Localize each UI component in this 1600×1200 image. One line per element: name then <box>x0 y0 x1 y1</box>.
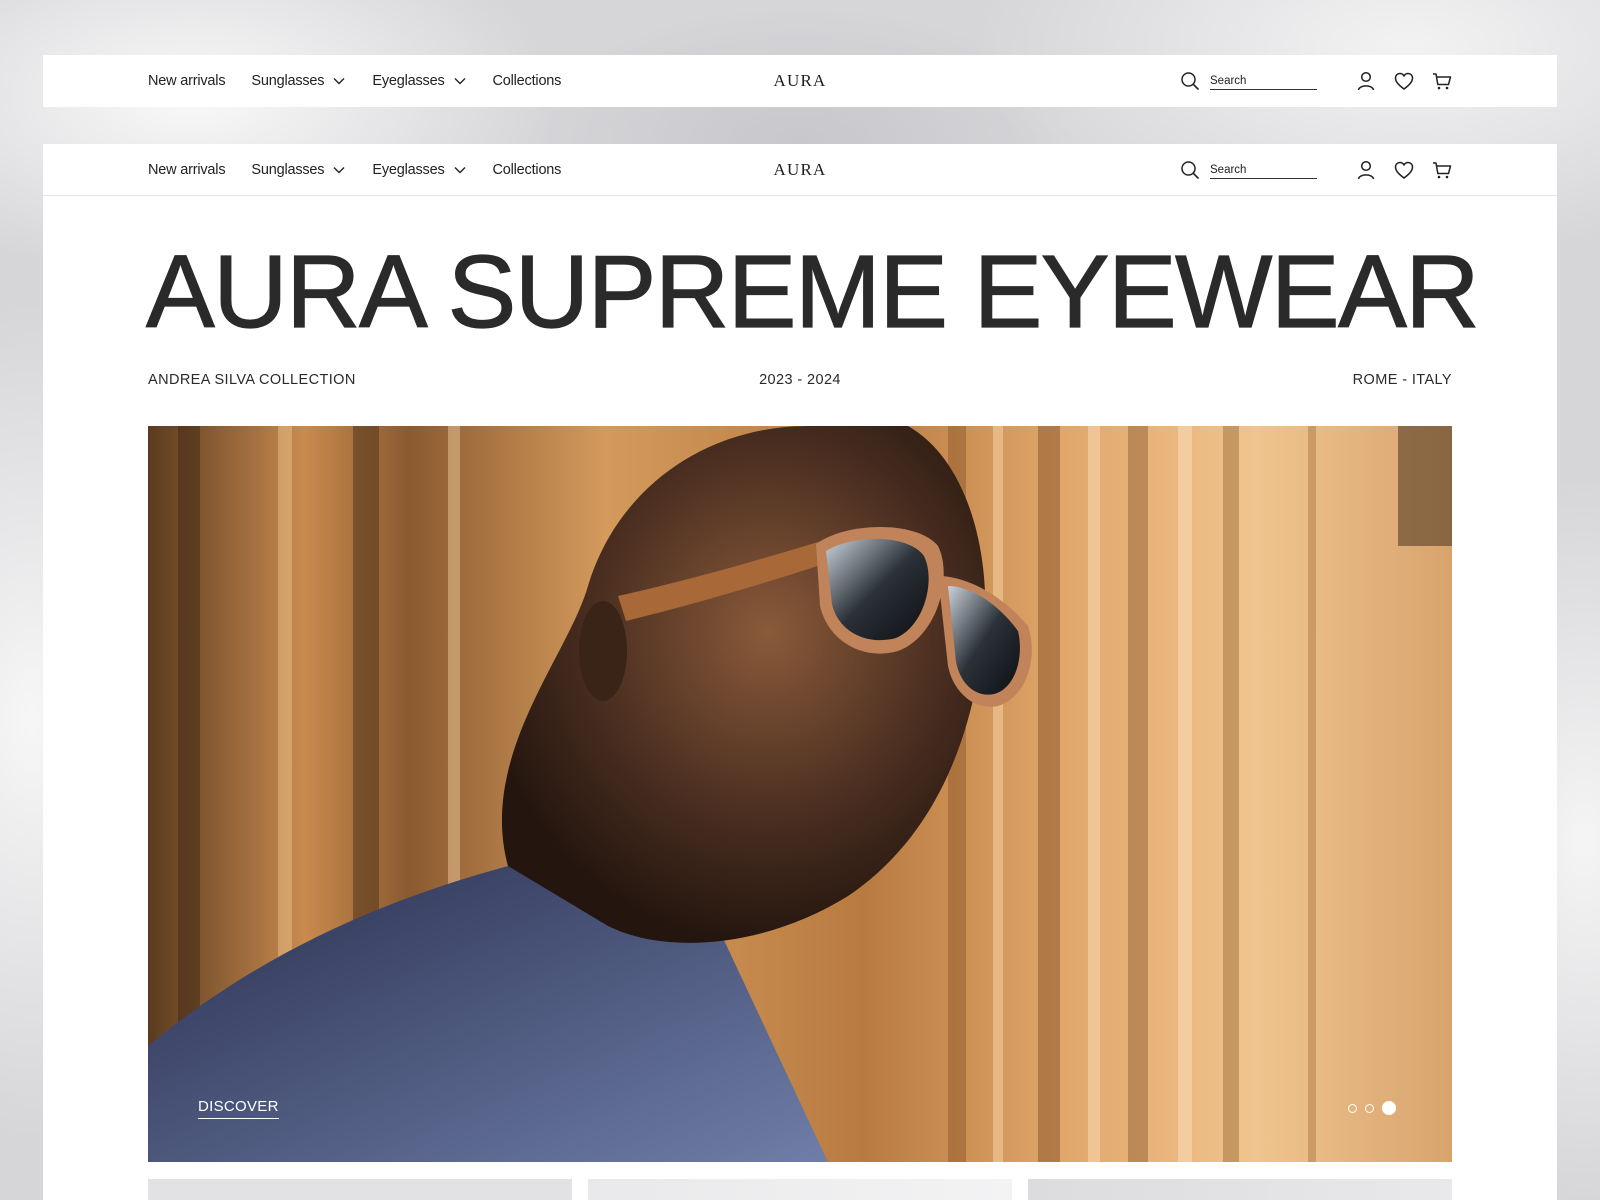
cart-icon[interactable] <box>1431 159 1453 181</box>
user-icon[interactable] <box>1355 159 1377 181</box>
nav-collections-label: Collections <box>492 162 562 178</box>
hero-title: AURA SUPREME EYEWEAR <box>145 234 1480 349</box>
top-navbar-preview: New arrivals Sunglasses Eyeglasses Colle… <box>43 55 1557 107</box>
nav-collections[interactable]: Collections <box>493 162 562 178</box>
nav-collections-label: Collections <box>492 73 562 89</box>
chevron-down-icon <box>332 163 346 177</box>
product-card[interactable] <box>1028 1179 1452 1200</box>
nav-eyeglasses-label: Eyeglasses <box>372 73 445 89</box>
nav-collections[interactable]: Collections <box>493 73 562 89</box>
nav-eyeglasses-label: Eyeglasses <box>372 162 445 178</box>
main-nav: New arrivals Sunglasses Eyeglasses Colle… <box>148 144 561 196</box>
product-card[interactable] <box>148 1179 572 1200</box>
nav-eyeglasses[interactable]: Eyeglasses <box>372 73 466 89</box>
main-navbar: New arrivals Sunglasses Eyeglasses Colle… <box>43 144 1557 196</box>
nav-sunglasses-label: Sunglasses <box>251 162 325 178</box>
brand-logo[interactable]: AURA <box>774 160 827 179</box>
search-input[interactable] <box>1210 161 1317 179</box>
carousel-dot-1[interactable] <box>1348 1103 1357 1113</box>
search-icon[interactable] <box>1180 71 1200 91</box>
product-card[interactable] <box>588 1179 1012 1200</box>
nav-new-arrivals-label: New arrivals <box>148 162 226 178</box>
carousel-pagination <box>1348 1101 1396 1115</box>
chevron-down-icon <box>453 74 467 88</box>
user-icon[interactable] <box>1355 70 1377 92</box>
search-input[interactable] <box>1210 72 1317 90</box>
collection-location: ROME - ITALY <box>1352 372 1452 388</box>
hero-photo <box>148 426 1452 1162</box>
main-nav: New arrivals Sunglasses Eyeglasses Colle… <box>148 55 561 107</box>
nav-new-arrivals-label: New arrivals <box>148 73 226 89</box>
nav-eyeglasses[interactable]: Eyeglasses <box>372 162 466 178</box>
hero-meta-row: ANDREA SILVA COLLECTION 2023 - 2024 ROME… <box>148 372 1452 392</box>
cart-icon[interactable] <box>1431 70 1453 92</box>
search-box <box>1180 71 1317 91</box>
chevron-down-icon <box>453 163 467 177</box>
nav-sunglasses[interactable]: Sunglasses <box>251 162 346 178</box>
nav-tools <box>1180 144 1453 196</box>
hero-carousel[interactable]: DISCOVER <box>148 426 1452 1162</box>
page-content: AURA SUPREME EYEWEAR ANDREA SILVA COLLEC… <box>43 196 1557 1200</box>
nav-new-arrivals[interactable]: New arrivals <box>148 73 226 89</box>
product-cards-row <box>148 1179 1452 1200</box>
brand-logo[interactable]: AURA <box>774 71 827 90</box>
heart-icon[interactable] <box>1393 70 1415 92</box>
nav-sunglasses-label: Sunglasses <box>251 73 325 89</box>
search-icon[interactable] <box>1180 160 1200 180</box>
carousel-dot-2[interactable] <box>1365 1103 1374 1113</box>
collection-years: 2023 - 2024 <box>759 372 841 388</box>
chevron-down-icon <box>332 74 346 88</box>
nav-tools <box>1180 55 1453 107</box>
heart-icon[interactable] <box>1393 159 1415 181</box>
discover-link[interactable]: DISCOVER <box>198 1098 279 1119</box>
nav-new-arrivals[interactable]: New arrivals <box>148 162 226 178</box>
search-box <box>1180 160 1317 180</box>
nav-sunglasses[interactable]: Sunglasses <box>251 73 346 89</box>
carousel-dot-3-active[interactable] <box>1382 1101 1396 1115</box>
